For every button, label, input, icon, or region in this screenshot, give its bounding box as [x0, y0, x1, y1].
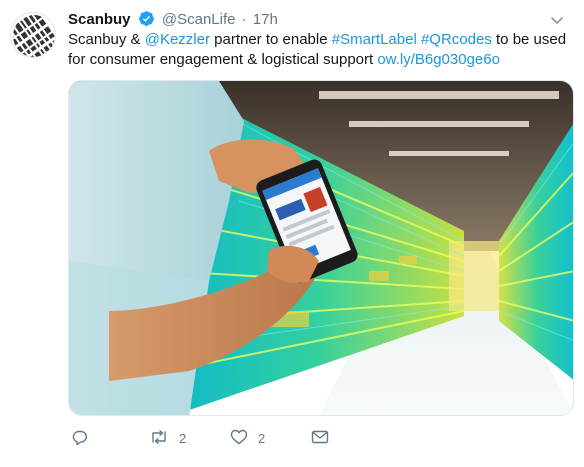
dm-icon: [311, 429, 329, 448]
tweet-card[interactable]: Scanbuy @ScanLife · 17h Scanbuy & @Kezzl…: [0, 0, 584, 467]
hashtag-link[interactable]: #SmartLabel: [332, 31, 417, 48]
tweet-timestamp[interactable]: 17h: [253, 11, 278, 28]
tweet-text: Scanbuy & @Kezzler partner to enable #Sm…: [68, 30, 568, 70]
tweet-actions: 2 2: [68, 428, 548, 448]
tweet-header: Scanbuy @ScanLife · 17h: [68, 10, 278, 30]
tweet-media-image[interactable]: [68, 80, 574, 416]
url-link[interactable]: ow.ly/B6g030ge6o: [377, 51, 500, 68]
reply-button[interactable]: [72, 428, 98, 448]
avatar[interactable]: [10, 12, 56, 58]
like-button[interactable]: 2: [230, 428, 265, 448]
retweet-count: 2: [179, 430, 187, 446]
text-segment: Scanbuy &: [68, 31, 145, 48]
direct-message-button[interactable]: [311, 428, 329, 448]
scanbuy-logo-icon: [11, 13, 55, 57]
mention-link[interactable]: @Kezzler: [145, 31, 210, 48]
like-count: 2: [258, 430, 266, 446]
reply-icon: [72, 429, 88, 448]
separator-dot: ·: [241, 11, 247, 28]
retweet-button[interactable]: 2: [149, 428, 186, 448]
caret-down-icon[interactable]: [548, 11, 566, 29]
hashtag-link[interactable]: #QRcodes: [421, 31, 492, 48]
author-handle[interactable]: @ScanLife: [162, 11, 236, 28]
like-icon: [230, 429, 248, 448]
text-segment: partner to enable: [209, 31, 332, 48]
retweet-icon: [149, 429, 169, 448]
author-name[interactable]: Scanbuy: [68, 11, 131, 28]
